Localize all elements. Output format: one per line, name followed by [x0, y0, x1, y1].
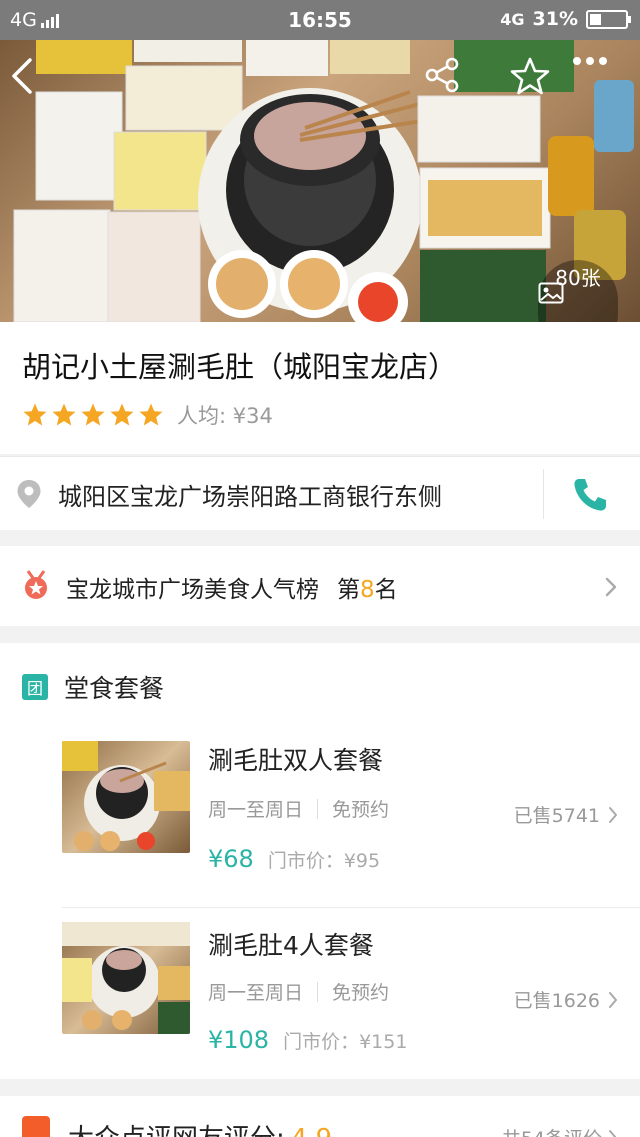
deals-title-text: 堂食套餐 [64, 674, 165, 703]
deal-price-row: ¥68 门市价：¥95 [208, 845, 380, 873]
deal-item[interactable]: 涮毛肚4人套餐 周一至周日 免预约 ¥108 门市价：¥151 已售1626 [62, 907, 640, 1077]
shop-detail-page: 4G 16:55 4G 31% 80张 胡记小土屋涮毛肚（城阳宝龙店） 人均: … [0, 0, 640, 1137]
chevron-right-icon [605, 577, 617, 597]
review-count: 共54条评价 [502, 1124, 618, 1137]
ranking-text: 宝龙城市广场美食人气榜 第8名 [66, 570, 398, 604]
deal-days: 周一至周日 [208, 982, 304, 1004]
deal-reservation: 免预约 [332, 982, 390, 1004]
battery-icon [586, 9, 631, 29]
deal-sold-count: 已售1626 [514, 986, 618, 1013]
divider [317, 981, 319, 1002]
deal-meta: 周一至周日 免预约 [208, 978, 389, 1005]
deal-price: ¥108 [208, 1026, 270, 1054]
deals-section: 团 堂食套餐 涮毛肚双人套餐 周一至周日 免预约 ¥68 门市价：¥95 已售5… [0, 643, 640, 1079]
picture-icon [538, 282, 564, 304]
deal-name: 涮毛肚4人套餐 [208, 931, 374, 960]
address-text: 城阳区宝龙广场崇阳路工商银行东侧 [58, 483, 442, 511]
deal-thumbnail [62, 741, 190, 853]
star-filled-icon [81, 403, 105, 426]
battery-percent: 31% [532, 8, 578, 30]
more-options-button[interactable] [572, 56, 628, 112]
back-arrow-icon [12, 58, 32, 94]
star-rating [22, 402, 167, 428]
share-icon [425, 57, 459, 93]
ranking-prefix: 第 [337, 577, 360, 603]
shop-header: 胡记小土屋涮毛肚（城阳宝龙店） 人均: ¥34 [0, 322, 640, 454]
divider [317, 798, 319, 819]
ranking-suffix: 名 [374, 577, 398, 603]
group-buy-badge-icon: 团 [22, 674, 48, 700]
chevron-right-icon [609, 991, 617, 1008]
chevron-right-icon [609, 1129, 617, 1137]
star-filled-icon [110, 403, 134, 426]
star-filled-icon [52, 403, 76, 426]
status-bar: 4G 16:55 4G 31% [0, 0, 640, 40]
deal-reservation: 免预约 [332, 799, 390, 821]
more-dots-icon [573, 57, 607, 65]
chevron-right-icon [609, 806, 617, 823]
network-type-right: 4G [500, 9, 525, 29]
divider [543, 469, 544, 519]
phone-icon[interactable] [570, 475, 610, 515]
deals-section-title: 团 堂食套餐 [22, 669, 164, 705]
star-outline-icon [510, 57, 550, 95]
deal-sold-text: 已售5741 [513, 805, 600, 827]
star-filled-icon [139, 403, 163, 426]
deal-price-row: ¥108 门市价：¥151 [208, 1026, 407, 1054]
photo-count-button[interactable]: 80张 [538, 260, 618, 322]
deal-meta: 周一至周日 免预约 [208, 795, 389, 822]
back-button[interactable] [8, 56, 64, 112]
deal-market-price: 门市价：¥95 [267, 850, 381, 872]
share-button[interactable] [424, 56, 480, 112]
address-row[interactable]: 城阳区宝龙广场崇阳路工商银行东侧 [0, 456, 640, 530]
review-score: 4.9 [291, 1124, 332, 1137]
deal-price: ¥68 [208, 845, 254, 873]
medal-icon [25, 570, 47, 599]
deal-sold-text: 已售1626 [513, 990, 600, 1012]
deal-name: 涮毛肚双人套餐 [208, 746, 384, 775]
deal-market-price: 门市价：¥151 [283, 1031, 408, 1053]
deal-food-image [62, 922, 190, 1034]
deal-food-image [62, 741, 190, 851]
deal-thumbnail [62, 922, 190, 1034]
status-right: 4G 31% [500, 8, 631, 30]
ranking-number: 8 [360, 577, 375, 603]
deal-days: 周一至周日 [208, 799, 304, 821]
dianping-logo-icon [22, 1116, 50, 1137]
deal-sold-count: 已售5741 [514, 801, 618, 828]
favorite-button[interactable] [510, 56, 566, 112]
rating-row: 人均: ¥34 [22, 400, 273, 430]
per-capita-price: 人均: ¥34 [177, 404, 273, 428]
deal-item[interactable]: 涮毛肚双人套餐 周一至周日 免预约 ¥68 门市价：¥95 已售5741 [0, 731, 640, 901]
review-count-text: 共54条评价 [502, 1124, 602, 1137]
ranking-row[interactable]: 宝龙城市广场美食人气榜 第8名 [0, 546, 640, 626]
hero-photo[interactable]: 80张 [0, 40, 640, 322]
reviews-title: 大众点评网友评分: 4.9 [68, 1118, 332, 1137]
shop-name: 胡记小土屋涮毛肚（城阳宝龙店） [22, 350, 458, 384]
ranking-list-name: 宝龙城市广场美食人气榜 [66, 577, 319, 603]
location-pin-icon [17, 480, 41, 508]
star-filled-icon [23, 403, 47, 426]
reviews-title-text: 大众点评网友评分: [68, 1124, 285, 1137]
reviews-row[interactable]: 大众点评网友评分: 4.9 共54条评价 [0, 1096, 640, 1137]
